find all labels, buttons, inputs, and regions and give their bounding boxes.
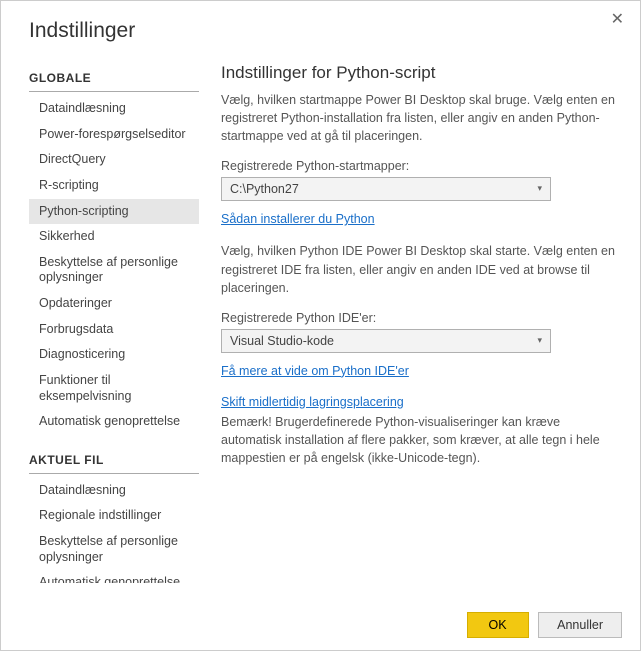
sidebar: GLOBALE DataindlæsningPower-forespørgsel… — [29, 63, 199, 583]
content-wrap: GLOBALE DataindlæsningPower-forespørgsel… — [1, 43, 640, 583]
install-python-link[interactable]: Sådan installerer du Python — [221, 212, 375, 226]
sidebar-item-current-2[interactable]: Beskyttelse af personlige oplysninger — [29, 529, 199, 570]
sidebar-item-global-3[interactable]: R-scripting — [29, 173, 199, 199]
storage-location-link[interactable]: Skift midlertidig lagringsplacering — [221, 395, 404, 409]
home-dir-label: Registrerede Python-startmapper: — [221, 159, 620, 173]
ide-dropdown[interactable]: Visual Studio-kode ▾ — [221, 329, 551, 353]
sidebar-item-global-8[interactable]: Forbrugsdata — [29, 317, 199, 343]
sidebar-item-current-0[interactable]: Dataindlæsning — [29, 478, 199, 504]
close-icon[interactable]: ✕ — [605, 7, 630, 31]
sidebar-item-global-0[interactable]: Dataindlæsning — [29, 96, 199, 122]
sidebar-item-global-7[interactable]: Opdateringer — [29, 291, 199, 317]
sidebar-header-current: AKTUEL FIL — [29, 445, 199, 474]
sidebar-item-global-9[interactable]: Diagnosticering — [29, 342, 199, 368]
cancel-button[interactable]: Annuller — [538, 612, 622, 638]
sidebar-item-global-11[interactable]: Automatisk genoprettelse — [29, 409, 199, 435]
sidebar-item-global-2[interactable]: DirectQuery — [29, 147, 199, 173]
main-panel: Indstillinger for Python-script Vælg, hv… — [199, 63, 620, 583]
panel-heading: Indstillinger for Python-script — [221, 63, 620, 83]
sidebar-item-global-4[interactable]: Python-scripting — [29, 199, 199, 225]
chevron-down-icon: ▾ — [537, 183, 542, 194]
sidebar-item-current-3[interactable]: Automatisk genoprettelse — [29, 570, 199, 583]
chevron-down-icon: ▾ — [537, 335, 542, 346]
sidebar-header-global: GLOBALE — [29, 63, 199, 92]
home-dir-value: C:\Python27 — [230, 182, 299, 196]
dialog-title: Indstillinger — [1, 1, 640, 43]
sidebar-item-global-1[interactable]: Power-forespørgselseditor — [29, 122, 199, 148]
home-dir-dropdown[interactable]: C:\Python27 ▾ — [221, 177, 551, 201]
ide-intro-text: Vælg, hvilken Python IDE Power BI Deskto… — [221, 242, 620, 296]
dialog-footer: OK Annuller — [461, 612, 623, 638]
ide-value: Visual Studio-kode — [230, 334, 334, 348]
ide-learn-more-link[interactable]: Få mere at vide om Python IDE'er — [221, 364, 409, 378]
ide-label: Registrerede Python IDE'er: — [221, 311, 620, 325]
sidebar-item-global-5[interactable]: Sikkerhed — [29, 224, 199, 250]
sidebar-item-current-1[interactable]: Regionale indstillinger — [29, 503, 199, 529]
storage-note: Bemærk! Brugerdefinerede Python-visualis… — [221, 413, 620, 467]
ok-button[interactable]: OK — [467, 612, 529, 638]
intro-text: Vælg, hvilken startmappe Power BI Deskto… — [221, 91, 620, 145]
sidebar-item-global-6[interactable]: Beskyttelse af personlige oplysninger — [29, 250, 199, 291]
sidebar-item-global-10[interactable]: Funktioner til eksempelvisning — [29, 368, 199, 409]
